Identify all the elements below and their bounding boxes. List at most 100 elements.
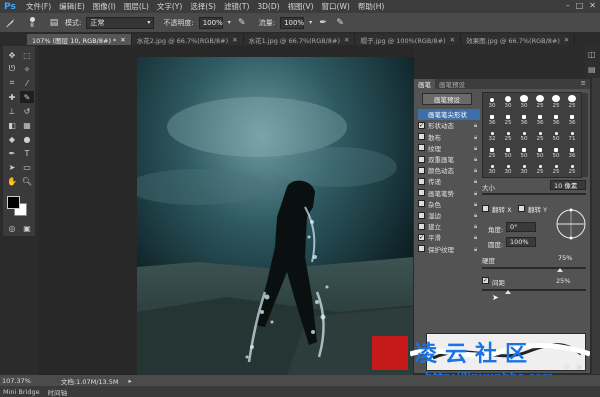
- brush-tip[interactable]: 25: [501, 112, 515, 126]
- spacing-slider[interactable]: [482, 289, 586, 291]
- brush-option-row[interactable]: 保护纹理 🔒︎: [418, 243, 480, 254]
- create-new-brush-icon[interactable]: ▣: [576, 363, 583, 371]
- roundness-input[interactable]: 100%: [506, 237, 536, 247]
- brush-tip[interactable]: 30: [517, 95, 531, 109]
- option-checkbox[interactable]: [418, 155, 425, 163]
- menu-view[interactable]: 视图(V): [284, 1, 318, 12]
- pressure-opacity-icon[interactable]: ✎: [236, 17, 248, 29]
- brush-tip[interactable]: 25: [565, 95, 579, 109]
- brush-tool-icon[interactable]: ✎: [20, 91, 34, 103]
- brush-tip[interactable]: 50: [533, 145, 547, 159]
- angle-input[interactable]: 0°: [506, 222, 536, 232]
- brush-option-row[interactable]: 双重画笔 🔒︎: [418, 154, 480, 165]
- hand-tool-icon[interactable]: ✋: [5, 175, 19, 187]
- tab-active-document[interactable]: 107% (图层 10, RGB/8#) * ✕: [27, 34, 132, 45]
- brush-grid-scrollbar[interactable]: [582, 93, 588, 177]
- clone-stamp-tool-icon[interactable]: ⊥: [5, 105, 19, 117]
- brush-option-row[interactable]: 建立 🔒︎: [418, 221, 480, 232]
- tab-brush-presets[interactable]: 画笔预设: [435, 79, 469, 89]
- eyedropper-tool-icon[interactable]: ⁄: [20, 77, 34, 89]
- brush-option-row[interactable]: 画笔笔势 🔒︎: [418, 187, 480, 198]
- brush-tip[interactable]: 25: [549, 161, 563, 175]
- panel-collapse-strip[interactable]: [592, 78, 600, 374]
- brush-tool-icon[interactable]: [4, 17, 16, 29]
- brush-option-row[interactable]: 散布 🔒︎: [418, 131, 480, 142]
- mode-select[interactable]: 正常 ▾: [86, 16, 155, 29]
- chevron-down-icon[interactable]: ▾: [309, 19, 312, 26]
- move-tool-icon[interactable]: ✥: [5, 49, 19, 61]
- brush-tip[interactable]: 36: [549, 112, 563, 126]
- option-checkbox[interactable]: [418, 211, 425, 219]
- brush-tip[interactable]: 50: [549, 145, 563, 159]
- lock-icon[interactable]: 🔒︎: [474, 156, 480, 163]
- angle-roundness-widget[interactable]: [554, 207, 588, 241]
- lock-icon[interactable]: 🔒︎: [474, 212, 480, 219]
- airbrush-icon[interactable]: ✒: [317, 17, 329, 29]
- brush-option-row[interactable]: 纹理 🔒︎: [418, 143, 480, 154]
- size-slider[interactable]: [482, 193, 586, 195]
- brush-presets-button[interactable]: 画笔预设: [422, 93, 472, 105]
- crop-tool-icon[interactable]: ⌗: [5, 77, 19, 89]
- spacing-value[interactable]: 25%: [556, 277, 570, 285]
- brush-tip[interactable]: 71: [565, 128, 579, 142]
- hardness-slider[interactable]: [482, 267, 586, 269]
- brush-tip[interactable]: 30: [485, 161, 499, 175]
- healing-tool-icon[interactable]: ✚: [5, 91, 19, 103]
- zoom-tool-icon[interactable]: 🔍︎: [20, 175, 34, 187]
- brush-tip[interactable]: 36: [485, 112, 499, 126]
- lock-icon[interactable]: [474, 111, 480, 117]
- maximize-button[interactable]: □: [576, 1, 584, 10]
- brush-preset-picker[interactable]: 8: [21, 16, 43, 29]
- tab-document[interactable]: 帽子.jpg @ 100%(RGB/8#) ✕: [355, 34, 462, 45]
- lock-icon[interactable]: 🔒︎: [474, 122, 480, 129]
- lock-icon[interactable]: 🔒︎: [474, 145, 480, 152]
- canvas-artwork[interactable]: [137, 57, 414, 375]
- brush-tip[interactable]: 25: [549, 95, 563, 109]
- flip-y-checkbox[interactable]: [518, 205, 525, 212]
- minimize-button[interactable]: –: [566, 1, 570, 10]
- option-checkbox[interactable]: [418, 144, 425, 152]
- lock-icon[interactable]: 🔒︎: [474, 246, 480, 253]
- foreground-color-swatch[interactable]: [7, 196, 20, 209]
- lock-icon[interactable]: 🔒︎: [474, 178, 480, 185]
- lock-icon[interactable]: 🔒︎: [474, 223, 480, 230]
- size-input[interactable]: 10 像素: [550, 180, 586, 190]
- shape-tool-icon[interactable]: ▭: [20, 161, 34, 173]
- chevron-right-icon[interactable]: ▸: [128, 377, 131, 385]
- brush-tip[interactable]: 25: [501, 128, 515, 142]
- brush-tip[interactable]: 50: [517, 128, 531, 142]
- brush-option-row[interactable]: 画笔笔尖形状: [418, 109, 480, 120]
- screen-mode-icon[interactable]: ▣: [20, 222, 34, 234]
- tab-document[interactable]: 水花1.jpg @ 66.7%(RGB/8#) ✕: [244, 34, 356, 45]
- option-checkbox[interactable]: [418, 166, 425, 174]
- close-icon[interactable]: ✕: [564, 36, 569, 44]
- close-icon[interactable]: ✕: [232, 36, 237, 44]
- brush-tip-grid[interactable]: 30 30 30 25 25 25 36 25 36 36 36 36 32 25 50 25 50 71 25 50…: [482, 92, 582, 178]
- menu-window[interactable]: 窗口(W): [318, 1, 354, 12]
- document-size[interactable]: 文档:1.07M/13.5M: [61, 376, 119, 386]
- tab-brush[interactable]: 画笔: [414, 79, 435, 89]
- lock-icon[interactable]: 🔒︎: [474, 234, 480, 241]
- brush-tip[interactable]: 30: [501, 161, 515, 175]
- menu-help[interactable]: 帮助(H): [354, 1, 389, 12]
- brush-tip[interactable]: 25: [565, 161, 579, 175]
- brush-option-row[interactable]: 杂色 🔒︎: [418, 199, 480, 210]
- type-tool-icon[interactable]: T: [20, 147, 34, 159]
- menu-filter[interactable]: 滤镜(T): [220, 1, 253, 12]
- opacity-input[interactable]: 100%: [198, 16, 223, 29]
- flow-input[interactable]: 100%: [280, 16, 304, 29]
- hardness-slider-knob[interactable]: [557, 268, 563, 272]
- menu-layer[interactable]: 图层(L): [120, 1, 153, 12]
- menu-select[interactable]: 选择(S): [186, 1, 220, 12]
- brush-tip[interactable]: 50: [501, 145, 515, 159]
- brush-tip[interactable]: 25: [533, 128, 547, 142]
- lock-icon[interactable]: 🔒︎: [474, 167, 480, 174]
- brush-option-row[interactable]: 平滑 🔒︎: [418, 232, 480, 243]
- brush-tip[interactable]: 50: [517, 145, 531, 159]
- option-checkbox[interactable]: [418, 133, 425, 141]
- brush-tip[interactable]: 50: [549, 128, 563, 142]
- option-checkbox[interactable]: [418, 245, 425, 253]
- chevron-down-icon[interactable]: ▾: [228, 19, 231, 26]
- menu-image[interactable]: 图像(I): [89, 1, 120, 12]
- tab-mini-bridge[interactable]: Mini Bridge: [3, 388, 40, 396]
